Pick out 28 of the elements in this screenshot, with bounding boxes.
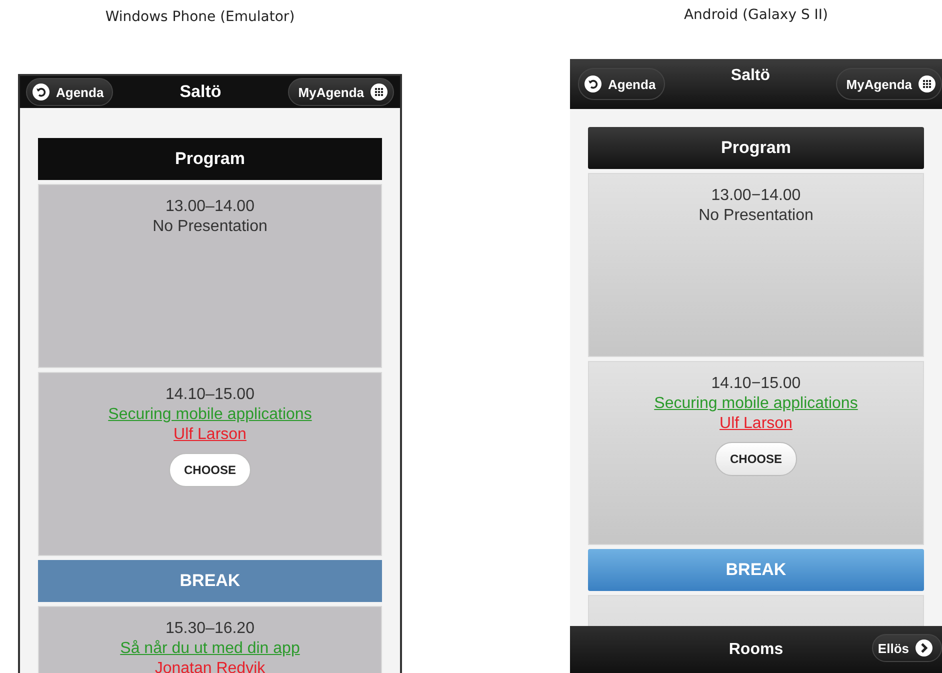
- menu-button[interactable]: MyAgenda: [836, 68, 942, 100]
- program-heading: Program: [38, 138, 382, 180]
- panel-caption: Windows Phone (Emulator): [105, 9, 295, 27]
- grid-icon: [370, 83, 388, 101]
- session-time: 13.00−14.00: [711, 186, 801, 206]
- session-note: No Presentation: [698, 206, 814, 226]
- session-time: 14.10–15.00: [166, 385, 254, 405]
- page-title: Saltö: [730, 67, 770, 85]
- panel-caption: Android (Galaxy S II): [684, 7, 828, 25]
- session-time: 13.00–14.00: [166, 197, 254, 217]
- menu-button[interactable]: MyAgenda: [288, 78, 394, 106]
- back-icon: [584, 75, 602, 93]
- session-time: 14.10−15.00: [711, 374, 801, 394]
- chevron-right-icon: [915, 639, 933, 657]
- choose-button[interactable]: CHOOSE: [168, 453, 251, 487]
- grid-icon: [918, 75, 936, 93]
- session-note: No Presentation: [152, 217, 268, 237]
- break-bar: BREAK: [38, 560, 382, 602]
- back-icon: [32, 83, 50, 101]
- back-button[interactable]: Agenda: [26, 78, 113, 106]
- break-bar: BREAK: [588, 549, 924, 591]
- footer-title: Rooms: [728, 640, 784, 658]
- choose-button[interactable]: CHOOSE: [714, 442, 797, 476]
- program-heading: Program: [588, 127, 924, 169]
- back-button[interactable]: Agenda: [578, 68, 665, 100]
- next-button[interactable]: Ellös: [872, 634, 942, 662]
- page-title: Saltö: [180, 82, 222, 102]
- session-time: 15.30–16.20: [166, 619, 254, 639]
